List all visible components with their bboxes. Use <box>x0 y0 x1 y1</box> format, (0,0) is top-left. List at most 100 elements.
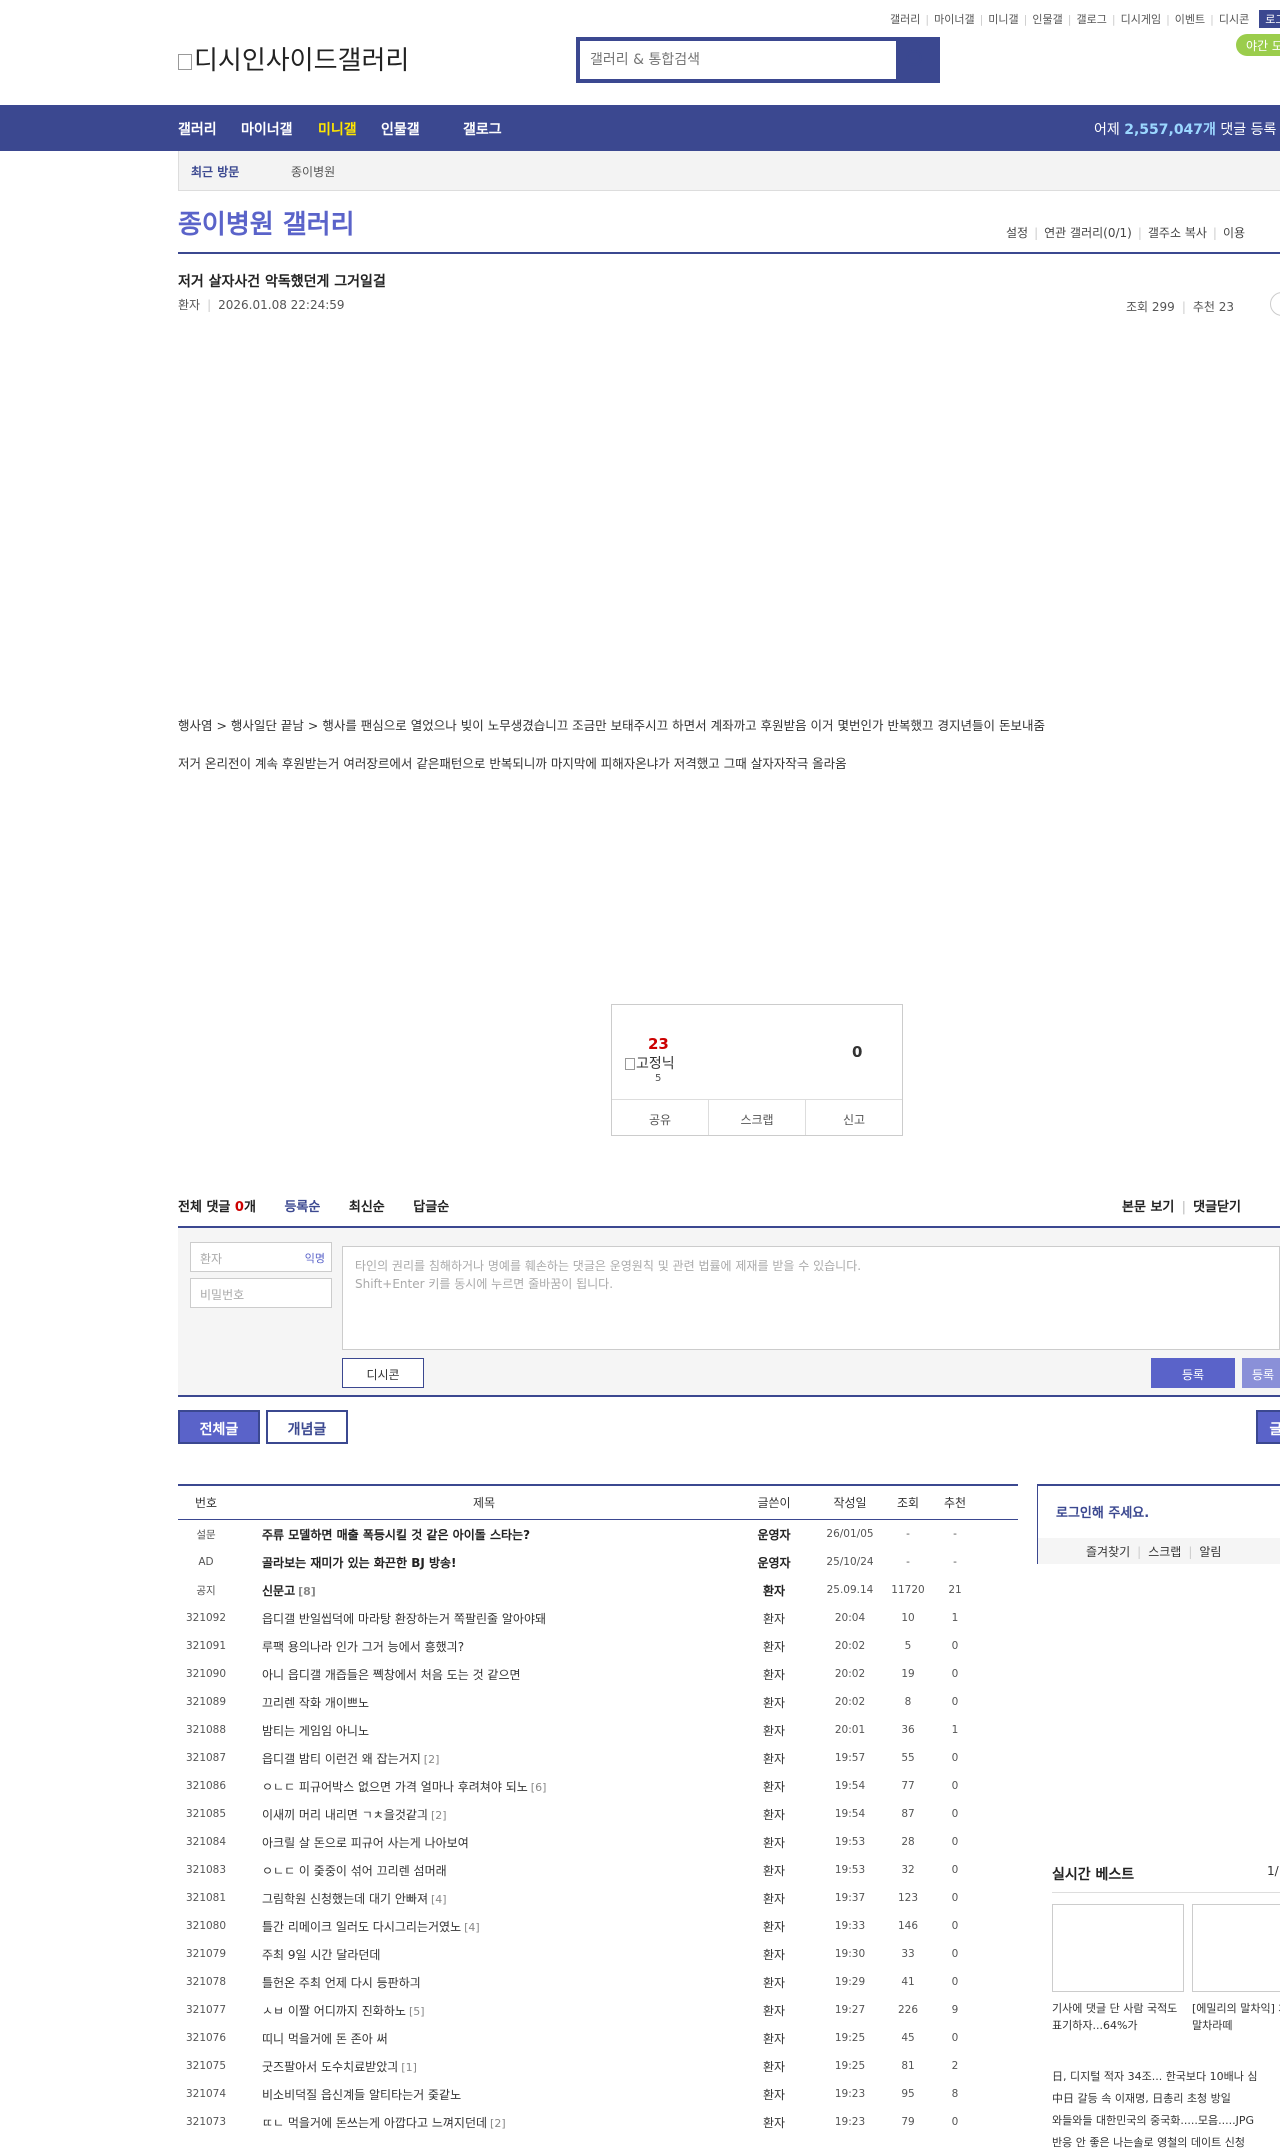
recommend-button[interactable]: 고정닉 <box>625 1053 675 1073</box>
row-title[interactable]: 주최 9일 시간 달라던데 <box>234 1946 734 1963</box>
row-writer[interactable]: 환자 <box>734 2114 814 2131</box>
row-writer[interactable]: 환자 <box>734 2030 814 2047</box>
row-title[interactable]: 신문고 [8] <box>234 1582 734 1599</box>
night-mode-toggle[interactable]: 야간 모드 <box>1236 34 1280 56</box>
table-row[interactable]: 321083 ㅇㄴㄷ 이 줒중이 섞어 끄리렌 섬머래 환자 19:53 32 0 <box>178 1856 1018 1884</box>
nav-minor[interactable]: 마이너갤 <box>241 119 293 139</box>
table-row[interactable]: 321079 주최 9일 시간 달라던데 환자 19:30 33 0 <box>178 1940 1018 1968</box>
nav-gallog[interactable]: 갤로그 <box>463 119 502 139</box>
sort-replies[interactable]: 답글순 <box>413 1200 449 1215</box>
best-line[interactable]: 와들와들 대한민국의 중국화.....모음.....JPG <box>1052 2112 1254 2128</box>
row-writer[interactable]: 운영자 <box>734 1526 814 1543</box>
table-row[interactable]: 321080 틀간 리메이크 일러도 다시그리는거였노 [4] 환자 19:33 146 0 <box>178 1912 1018 1940</box>
best-thumbnail-2[interactable] <box>1192 1904 1280 1992</box>
reply-count[interactable]: [4] <box>431 1893 447 1906</box>
row-writer[interactable]: 환자 <box>734 1834 814 1851</box>
top-link-dcgame[interactable]: 디시게임 <box>1121 11 1161 27</box>
comment-submit-alt-button[interactable]: 등록 <box>1242 1358 1280 1388</box>
report-button[interactable]: 신고 <box>806 1100 902 1135</box>
row-title[interactable]: 굿즈팔아서 도수치료받았긔 [1] <box>234 2058 734 2075</box>
nav-mini[interactable]: 미니갤 <box>318 119 357 139</box>
top-link-gallog[interactable]: 갤로그 <box>1076 11 1106 27</box>
row-writer[interactable]: 환자 <box>734 1666 814 1683</box>
scrap-button[interactable]: 스크랩 <box>709 1100 806 1135</box>
table-row[interactable]: 321086 ㅇㄴㄷ 피규어박스 없으면 가격 얼마나 후려쳐야 되노 [6] 환자 1… <box>178 1772 1018 1800</box>
close-comments-link[interactable]: 댓글닫기 <box>1193 1200 1241 1215</box>
row-writer[interactable]: 운영자 <box>734 1554 814 1571</box>
tab-all-posts[interactable]: 전체글 <box>178 1410 260 1444</box>
gallery-settings[interactable]: 설정 <box>1006 226 1028 240</box>
gallery-usage[interactable]: 이용 <box>1223 226 1245 240</box>
scrap-link[interactable]: 스크랩 <box>1148 1545 1181 1559</box>
row-writer[interactable]: 환자 <box>734 1694 814 1711</box>
alarm-link[interactable]: 알림 <box>1199 1545 1221 1559</box>
best-caption-2[interactable]: [에밀리의 말차익] 차푸딩과 말차라떼 <box>1192 2000 1280 2034</box>
tab-concept-posts[interactable]: 개념글 <box>266 1410 348 1444</box>
row-title[interactable]: 주류 모델하면 매출 폭등시킬 것 같은 아이돌 스타는? <box>234 1526 734 1543</box>
password-field[interactable]: 비밀번호 <box>190 1278 332 1308</box>
name-field[interactable]: 환자 익명 <box>190 1242 332 1272</box>
post-writer[interactable]: 환자 <box>178 298 200 312</box>
row-writer[interactable]: 환자 <box>734 1582 814 1599</box>
top-link-person[interactable]: 인물갤 <box>1032 11 1062 27</box>
row-title[interactable]: 읍디갤 밤티 이런건 왜 잡는거지 [2] <box>234 1750 734 1767</box>
row-title[interactable]: ㅇㄴㄷ 피규어박스 없으면 가격 얼마나 후려쳐야 되노 [6] <box>234 1778 734 1795</box>
table-row[interactable]: 321078 틀헌온 주최 언제 다시 등판하긔 환자 19:29 41 0 <box>178 1968 1018 1996</box>
reply-count[interactable]: [5] <box>409 2005 425 2018</box>
row-writer[interactable]: 환자 <box>734 1638 814 1655</box>
table-row[interactable]: 321092 읍디갤 반일씹덕에 마라탕 환장하는거 쪽팔린줄 알아야돼 환자 20:… <box>178 1604 1018 1632</box>
table-row[interactable]: 321084 아크릴 살 돈으로 피규어 사는게 나아보여 환자 19:53 28 0 <box>178 1828 1018 1856</box>
login-prompt[interactable]: 로그인해 주세요. <box>1056 1502 1149 1521</box>
recent-item[interactable]: 종이병원 <box>291 163 335 180</box>
table-row[interactable]: 공지 신문고 [8] 환자 25.09.14 11720 21 <box>178 1576 1018 1604</box>
row-title[interactable]: 비소비덕질 읍신계들 알티타는거 줒같노 <box>234 2086 734 2103</box>
table-row[interactable]: 321075 굿즈팔아서 도수치료받았긔 [1] 환자 19:25 81 2 <box>178 2052 1018 2080</box>
view-body-link[interactable]: 본문 보기 <box>1122 1200 1174 1215</box>
row-writer[interactable]: 환자 <box>734 1862 814 1879</box>
row-title[interactable]: 그림학원 신청했는데 대기 안빠져 [4] <box>234 1890 734 1907</box>
row-writer[interactable]: 환자 <box>734 1890 814 1907</box>
non-recommend-count[interactable]: 0 <box>852 1043 862 1061</box>
row-title[interactable]: ㅇㄴㄷ 이 줒중이 섞어 끄리렌 섬머래 <box>234 1862 734 1879</box>
related-gallery[interactable]: 연관 갤러리(0/1) <box>1044 226 1132 240</box>
search-button[interactable] <box>896 41 936 79</box>
copy-gallery-url[interactable]: 갤주소 복사 <box>1148 226 1207 240</box>
table-row[interactable]: 321090 아니 읍디갤 개즙들은 쪡창에서 처음 도는 것 같으면 환자 20:0… <box>178 1660 1018 1688</box>
reply-count[interactable]: [8] <box>298 1585 316 1598</box>
row-writer[interactable]: 환자 <box>734 1806 814 1823</box>
row-writer[interactable]: 환자 <box>734 1778 814 1795</box>
row-writer[interactable]: 환자 <box>734 1918 814 1935</box>
dccon-button[interactable]: 디시콘 <box>342 1358 424 1388</box>
row-writer[interactable]: 환자 <box>734 2058 814 2075</box>
row-title[interactable]: 밤티는 게임임 아니노 <box>234 1722 734 1739</box>
row-title[interactable]: 읍디갤 반일씹덕에 마라탕 환장하는거 쪽팔린줄 알아야돼 <box>234 1610 734 1627</box>
comment-textarea[interactable]: 타인의 권리를 침해하거나 명예를 훼손하는 댓글은 운영원칙 및 관련 법률에… <box>342 1246 1280 1350</box>
table-row[interactable]: 321076 띠니 먹을거에 돈 존아 써 환자 19:25 45 0 <box>178 2024 1018 2052</box>
reply-count[interactable]: [6] <box>531 1781 547 1794</box>
table-row[interactable]: 설문 주류 모델하면 매출 폭등시킬 것 같은 아이돌 스타는? 운영자 26/01/… <box>178 1520 1018 1548</box>
table-row[interactable]: 321087 읍디갤 밤티 이런건 왜 잡는거지 [2] 환자 19:57 55 0 <box>178 1744 1018 1772</box>
reply-count[interactable]: [2] <box>431 1809 447 1822</box>
table-row[interactable]: 321085 이새끼 머리 내리면 ㄱㅊ을것같긔 [2] 환자 19:54 87 0 <box>178 1800 1018 1828</box>
top-link-gallery[interactable]: 갤러리 <box>890 11 920 27</box>
row-title[interactable]: 틀간 리메이크 일러도 다시그리는거였노 [4] <box>234 1918 734 1935</box>
share-button[interactable]: 공유 <box>612 1100 709 1135</box>
row-writer[interactable]: 환자 <box>734 1750 814 1767</box>
row-writer[interactable]: 환자 <box>734 1722 814 1739</box>
table-row[interactable]: 321074 비소비덕질 읍신계들 알티타는거 줒같노 환자 19:23 95 8 <box>178 2080 1018 2108</box>
top-link-minor[interactable]: 마이너갤 <box>934 11 974 27</box>
more-options-button[interactable] <box>1270 292 1280 316</box>
best-thumbnail-1[interactable] <box>1052 1904 1184 1992</box>
row-title[interactable]: 틀헌온 주최 언제 다시 등판하긔 <box>234 1974 734 1991</box>
table-row[interactable]: 321091 루팩 용의나라 인가 그거 능에서 흥했긔? 환자 20:02 5 0 <box>178 1632 1018 1660</box>
row-writer[interactable]: 환자 <box>734 2002 814 2019</box>
login-button[interactable]: 로그인 <box>1259 10 1280 28</box>
row-title[interactable]: 골라보는 재미가 있는 화끈한 BJ 방송! <box>234 1554 734 1571</box>
top-link-dccon[interactable]: 디시콘 <box>1219 11 1249 27</box>
reply-count[interactable]: [2] <box>424 1753 440 1766</box>
comment-submit-button[interactable]: 등록 <box>1151 1358 1235 1388</box>
sort-registered[interactable]: 등록순 <box>284 1200 320 1215</box>
write-button[interactable]: 글 <box>1256 1410 1280 1444</box>
row-writer[interactable]: 환자 <box>734 2086 814 2103</box>
top-link-mini[interactable]: 미니갤 <box>988 11 1018 27</box>
